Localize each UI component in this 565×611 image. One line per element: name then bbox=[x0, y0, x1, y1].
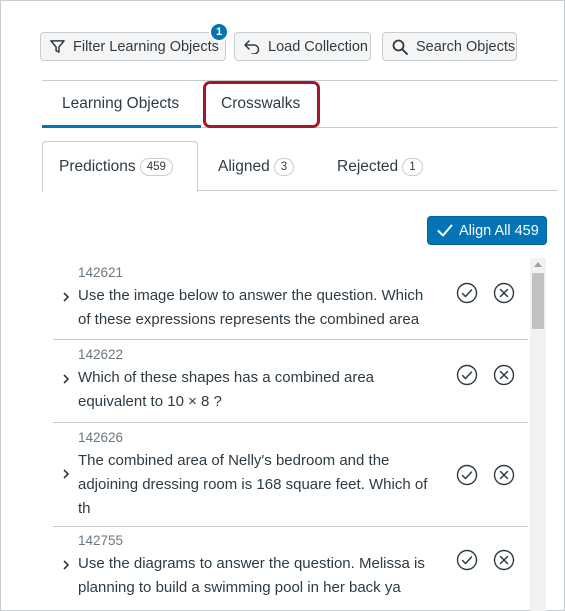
item-text-line: planning to build a swimming pool in her… bbox=[78, 579, 401, 596]
crosswalks-highlight bbox=[203, 81, 320, 128]
item-text: Use the image below to answer the questi… bbox=[78, 284, 448, 332]
x-circle-icon[interactable] bbox=[493, 464, 515, 486]
item-text-line: th bbox=[78, 500, 91, 517]
list-item: 142622 Which of these shapes has a combi… bbox=[53, 340, 528, 423]
list-item: 142626 The combined area of Nelly's bedr… bbox=[53, 423, 528, 527]
tab-rejected-label: Rejected bbox=[337, 157, 399, 175]
filter-button-label: Filter Learning Objects bbox=[73, 38, 219, 55]
tab-predictions[interactable]: Predictions 459 bbox=[42, 141, 198, 192]
check-circle-icon[interactable] bbox=[456, 464, 478, 486]
search-icon bbox=[392, 39, 408, 55]
tab-rejected[interactable]: Rejected 1 bbox=[337, 141, 423, 192]
filter-icon bbox=[50, 40, 65, 53]
align-all-label: Align All 459 bbox=[459, 222, 539, 239]
tab-aligned-label: Aligned bbox=[218, 157, 270, 175]
check-circle-icon[interactable] bbox=[456, 364, 478, 386]
chevron-right-icon[interactable] bbox=[61, 560, 71, 570]
item-id: 142621 bbox=[78, 265, 124, 280]
x-circle-icon[interactable] bbox=[493, 549, 515, 571]
item-text-line: adjoining dressing room is 168 square fe… bbox=[78, 476, 428, 493]
chevron-right-icon[interactable] bbox=[61, 469, 71, 479]
aligned-count: 3 bbox=[273, 157, 295, 176]
item-text-line: Use the diagrams to answer the question.… bbox=[78, 555, 425, 572]
item-id: 142755 bbox=[78, 533, 124, 548]
undo-arrow-icon bbox=[244, 39, 260, 54]
x-circle-icon[interactable] bbox=[493, 282, 515, 304]
check-circle-icon[interactable] bbox=[456, 549, 478, 571]
item-text-line: The combined area of Nelly's bedroom and… bbox=[78, 452, 390, 469]
chevron-right-icon[interactable] bbox=[61, 292, 71, 302]
chevron-right-icon[interactable] bbox=[61, 374, 71, 384]
item-id: 142622 bbox=[78, 347, 124, 362]
item-text-line: equivalent to 10 × 8 ? bbox=[78, 393, 222, 410]
scroll-thumb[interactable] bbox=[532, 273, 544, 329]
prediction-list: 142621 Use the image below to answer the… bbox=[53, 258, 528, 611]
item-text-line: Which of these shapes has a combined are… bbox=[78, 369, 375, 386]
align-all-button[interactable]: Align All 459 bbox=[427, 216, 547, 245]
item-text-line: Use the image below to answer the questi… bbox=[78, 287, 424, 304]
checkmark-icon bbox=[437, 224, 453, 237]
item-text: Use the diagrams to answer the question.… bbox=[78, 552, 448, 600]
active-tab-indicator bbox=[42, 125, 201, 128]
filter-count-badge: 1 bbox=[209, 22, 229, 42]
check-circle-icon[interactable] bbox=[456, 282, 478, 304]
search-objects-button[interactable]: Search Objects bbox=[382, 32, 517, 61]
item-text: Which of these shapes has a combined are… bbox=[78, 366, 448, 414]
item-text: The combined area of Nelly's bedroom and… bbox=[78, 449, 448, 521]
load-collection-button[interactable]: Load Collection bbox=[234, 32, 371, 61]
predictions-count: 459 bbox=[139, 158, 173, 176]
load-button-label: Load Collection bbox=[268, 38, 368, 55]
list-item: 142621 Use the image below to answer the… bbox=[53, 258, 528, 340]
tab-predictions-label: Predictions bbox=[59, 158, 136, 175]
tab-aligned[interactable]: Aligned 3 bbox=[218, 141, 295, 192]
list-item: 142755 Use the diagrams to answer the qu… bbox=[53, 527, 528, 611]
filter-learning-objects-button[interactable]: Filter Learning Objects bbox=[40, 32, 226, 61]
rejected-count: 1 bbox=[402, 157, 423, 176]
scroll-up-arrow-icon[interactable] bbox=[534, 262, 542, 267]
search-button-label: Search Objects bbox=[416, 38, 516, 55]
tab-learning-objects[interactable]: Learning Objects bbox=[62, 95, 179, 113]
item-text-line: of these expressions represents the comb… bbox=[78, 311, 420, 328]
item-id: 142626 bbox=[78, 430, 124, 445]
x-circle-icon[interactable] bbox=[493, 364, 515, 386]
